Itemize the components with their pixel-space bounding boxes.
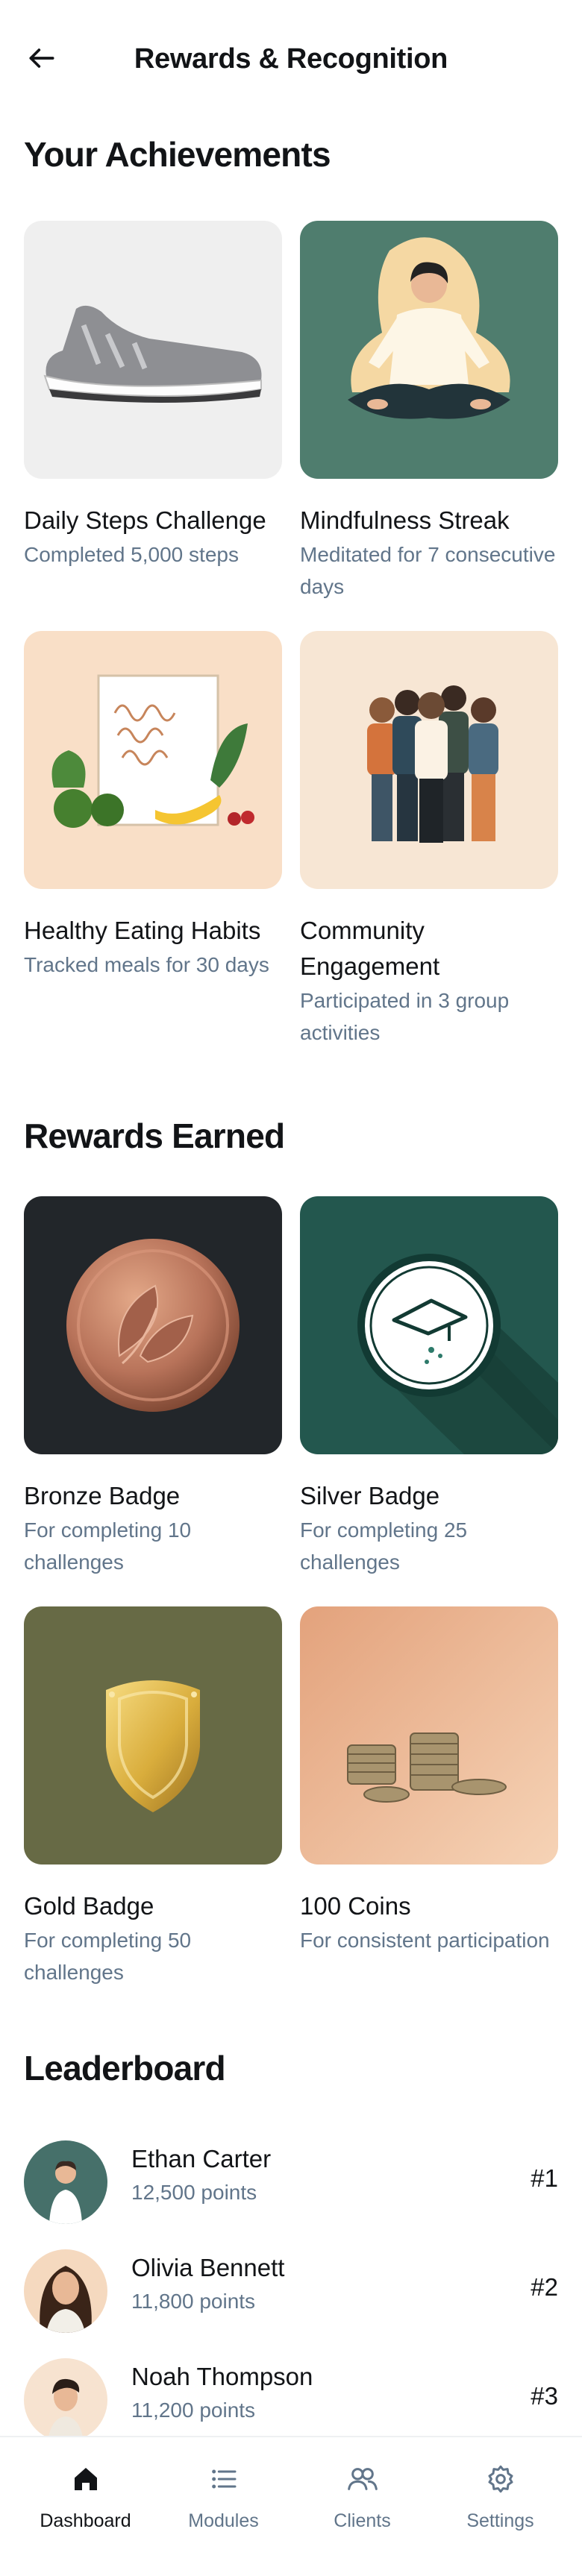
nav-settings[interactable]: Settings xyxy=(428,2437,573,2542)
home-icon xyxy=(74,2468,97,2490)
nav-label: Settings xyxy=(466,2510,534,2531)
reward-subtitle: For completing 50 challenges xyxy=(24,1929,192,1984)
reward-subtitle: For consistent participation xyxy=(300,1929,550,1952)
reward-title: 100 Coins xyxy=(300,1892,411,1920)
reward-card-bronze[interactable]: Bronze Badge For completing 10 challenge… xyxy=(24,1196,282,1578)
achievement-title: Daily Steps Challenge xyxy=(24,506,266,534)
bronze-coin-image xyxy=(24,1196,282,1454)
reward-card-silver[interactable]: Silver Badge For completing 25 challenge… xyxy=(300,1196,558,1578)
achievement-card-mindfulness[interactable]: Mindfulness Streak Meditated for 7 conse… xyxy=(300,221,558,603)
gold-shield-image xyxy=(24,1606,282,1865)
achievement-card-daily-steps[interactable]: Daily Steps Challenge Completed 5,000 st… xyxy=(24,221,282,571)
users-icon xyxy=(347,2468,378,2490)
achievement-subtitle: Participated in 3 group activities xyxy=(300,989,510,1044)
achievement-subtitle: Meditated for 7 consecutive days xyxy=(300,543,556,598)
healthy-food-image xyxy=(24,631,282,889)
reward-card-coins[interactable]: 100 Coins For consistent participation xyxy=(300,1606,558,1956)
leaderboard-row[interactable]: Olivia Bennett 11,800 points #2 xyxy=(0,2236,582,2343)
reward-title: Silver Badge xyxy=(300,1482,440,1510)
reward-subtitle: For completing 10 challenges xyxy=(24,1518,192,1574)
gear-icon xyxy=(488,2465,513,2493)
leaderboard-rank: #3 xyxy=(531,2382,558,2410)
achievement-title: Healthy Eating Habits xyxy=(24,917,261,944)
achievement-card-community[interactable]: Community Engagement Participated in 3 g… xyxy=(300,631,558,1049)
sneaker-image xyxy=(24,221,282,479)
coin-stacks-image xyxy=(300,1606,558,1865)
avatar xyxy=(24,2140,107,2224)
achievement-title: Community Engagement xyxy=(300,917,440,980)
bottom-navigation: Dashboard Modules Clients Settings xyxy=(0,2436,582,2576)
leaderboard-points: 11,200 points xyxy=(131,2398,256,2422)
leaderboard-name: Ethan Carter xyxy=(131,2145,272,2173)
top-app-bar: Rewards & Recognition xyxy=(0,0,582,119)
leaderboard-row[interactable]: Ethan Carter 12,500 points #1 xyxy=(0,2127,582,2234)
achievements-heading: Your Achievements xyxy=(24,135,331,174)
nav-label: Clients xyxy=(334,2510,391,2531)
nav-dashboard[interactable]: Dashboard xyxy=(13,2437,158,2542)
reward-title: Bronze Badge xyxy=(24,1482,181,1510)
list-icon xyxy=(211,2469,236,2489)
achievement-title: Mindfulness Streak xyxy=(300,506,510,534)
leaderboard-name: Olivia Bennett xyxy=(131,2254,285,2281)
reward-card-gold[interactable]: Gold Badge For completing 50 challenges xyxy=(24,1606,282,1988)
nav-label: Modules xyxy=(188,2510,259,2531)
achievement-subtitle: Completed 5,000 steps xyxy=(24,543,239,566)
group-of-people-image xyxy=(300,631,558,889)
nav-label: Dashboard xyxy=(40,2510,131,2531)
leaderboard-heading: Leaderboard xyxy=(24,2049,226,2087)
reward-subtitle: For completing 25 challenges xyxy=(300,1518,468,1574)
achievement-subtitle: Tracked meals for 30 days xyxy=(24,953,269,976)
leaderboard-points: 11,800 points xyxy=(131,2290,256,2313)
avatar xyxy=(24,2249,107,2333)
leaderboard-rank: #1 xyxy=(531,2164,558,2192)
graduation-cap-badge-image xyxy=(300,1196,558,1454)
nav-clients[interactable]: Clients xyxy=(290,2437,435,2542)
achievement-card-healthy-eating[interactable]: Healthy Eating Habits Tracked meals for … xyxy=(24,631,282,981)
meditation-image xyxy=(300,221,558,479)
leaderboard-name: Noah Thompson xyxy=(131,2363,313,2390)
page-title: Rewards & Recognition xyxy=(134,43,448,75)
avatar xyxy=(24,2358,107,2442)
nav-modules[interactable]: Modules xyxy=(151,2437,296,2542)
leaderboard-rank: #2 xyxy=(531,2273,558,2301)
leaderboard-points: 12,500 points xyxy=(131,2181,257,2204)
rewards-heading: Rewards Earned xyxy=(24,1116,285,1155)
reward-title: Gold Badge xyxy=(24,1892,154,1920)
